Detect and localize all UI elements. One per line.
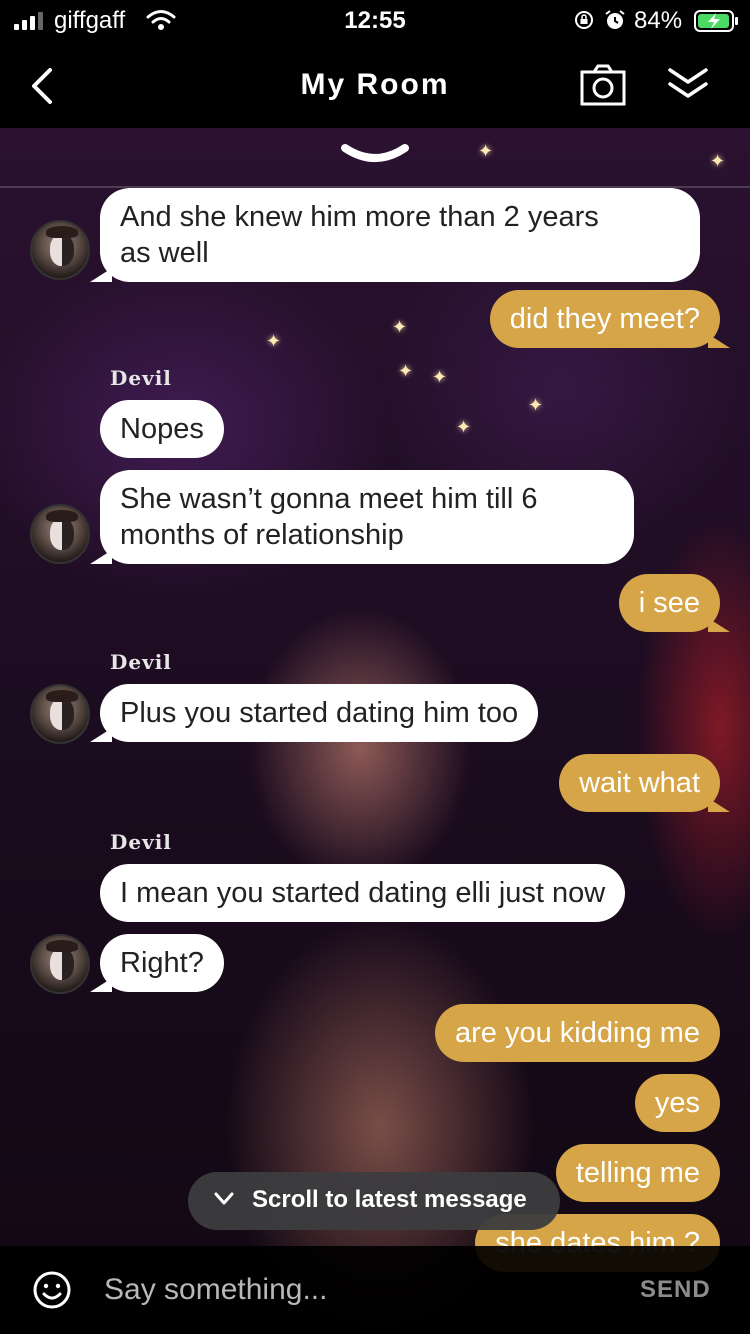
message-text: wait what: [579, 767, 700, 799]
sender-name: Devil: [110, 650, 172, 674]
sparkle-decoration: ✦: [456, 417, 472, 437]
chevron-down-handle-icon[interactable]: [339, 142, 411, 172]
message-text: yes: [654, 1087, 700, 1119]
camera-icon[interactable]: [580, 64, 626, 106]
sparkle-decoration: ✦: [710, 151, 726, 171]
message-bubble-incoming[interactable]: I mean you started dating elli just now: [100, 864, 626, 922]
scroll-to-latest-button[interactable]: Scroll to latest message: [188, 1172, 560, 1230]
scroll-to-latest-label: Scroll to latest message: [252, 1186, 527, 1213]
send-button[interactable]: SEND: [640, 1276, 711, 1304]
rotation-lock-icon: [575, 11, 593, 29]
message-text: She wasn’t gonna meet him till 6: [120, 483, 538, 515]
message-bubble-incoming[interactable]: And she knew him more than 2 years as we…: [90, 188, 700, 282]
avatar[interactable]: [30, 504, 90, 564]
message-bubble-outgoing[interactable]: telling me: [555, 1144, 720, 1202]
message-input[interactable]: [104, 1268, 604, 1312]
sparkle-decoration: ✦: [392, 317, 408, 337]
message-bubble-incoming[interactable]: She wasn’t gonna meet him till 6 months …: [90, 470, 634, 564]
message-bubble-outgoing[interactable]: did they meet?: [489, 290, 731, 348]
message-bubble-incoming[interactable]: Plus you started dating him too: [89, 684, 539, 742]
battery-percent: 84%: [634, 7, 683, 34]
status-bar: giffgaff 12:55 84%: [0, 0, 750, 44]
message-text: And she knew him more than 2 years: [120, 201, 599, 233]
message-text: Right?: [120, 947, 204, 979]
message-bubble-outgoing[interactable]: wait what: [559, 754, 730, 812]
page-title: My Room: [300, 68, 450, 101]
sparkle-decoration: ✦: [266, 331, 282, 351]
message-text: are you kidding me: [454, 1017, 700, 1049]
chevron-down-icon: [214, 1192, 234, 1205]
message-text: months of relationship: [120, 519, 404, 551]
message-composer: SEND: [0, 1246, 750, 1334]
alarm-icon: [605, 10, 625, 29]
message-text: I mean you started dating elli just now: [120, 877, 606, 909]
room-header: My Room: [0, 44, 750, 128]
message-bubble-incoming[interactable]: Nopes: [100, 400, 224, 458]
sparkle-decoration: ✦: [478, 141, 494, 161]
avatar[interactable]: [30, 934, 90, 994]
avatar[interactable]: [30, 684, 90, 744]
sparkle-decoration: ✦: [398, 361, 414, 381]
message-text: Plus you started dating him too: [120, 697, 519, 729]
avatar[interactable]: [30, 220, 90, 280]
message-bubble-incoming[interactable]: Right?: [90, 934, 224, 992]
message-text: telling me: [575, 1157, 700, 1189]
sparkle-decoration: ✦: [528, 395, 544, 415]
sparkle-decoration: ✦: [432, 367, 448, 387]
double-chevron-down-icon[interactable]: [666, 66, 710, 102]
message-bubble-outgoing[interactable]: yes: [634, 1074, 720, 1132]
message-bubble-outgoing[interactable]: i see: [618, 574, 731, 632]
battery-charging-icon: [694, 10, 738, 32]
message-text: i see: [638, 587, 700, 619]
message-text: did they meet?: [509, 303, 700, 335]
sender-name: Devil: [110, 366, 172, 390]
emoji-icon[interactable]: [32, 1270, 72, 1310]
message-text: as well: [120, 237, 209, 269]
sender-name: Devil: [110, 830, 172, 854]
message-bubble-outgoing[interactable]: are you kidding me: [434, 1004, 720, 1062]
message-text: Nopes: [120, 413, 204, 445]
